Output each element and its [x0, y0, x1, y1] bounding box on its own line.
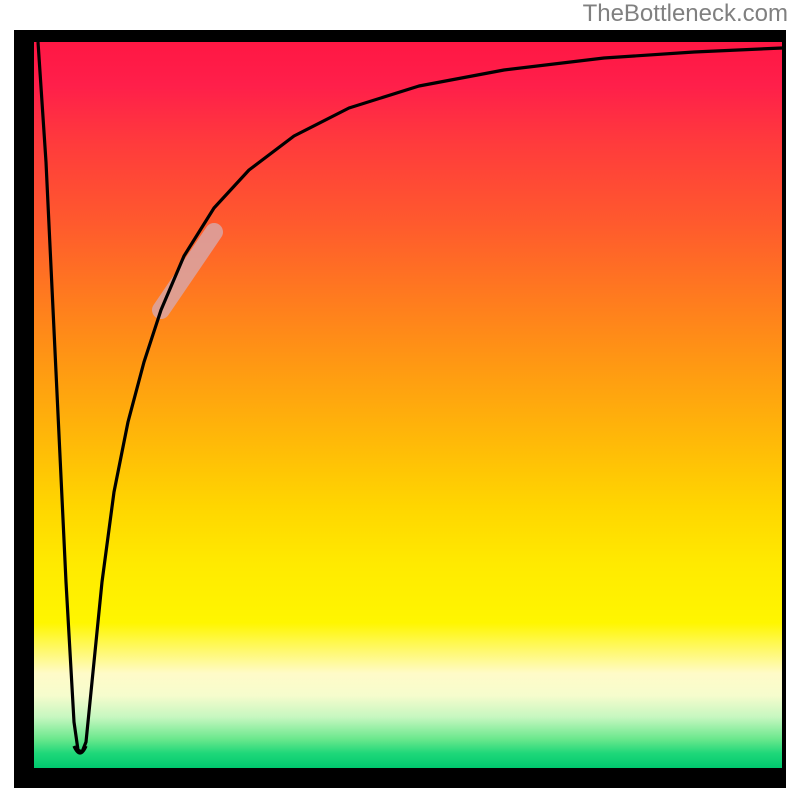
watermark-label: TheBottleneck.com [583, 0, 788, 28]
curve-layer [34, 42, 782, 768]
chart-root: TheBottleneck.com [0, 0, 800, 800]
curve-highlight-segment [161, 232, 214, 310]
plot-background-gradient [34, 42, 782, 768]
bottleneck-curve [38, 42, 782, 752]
chart-frame [14, 30, 786, 788]
